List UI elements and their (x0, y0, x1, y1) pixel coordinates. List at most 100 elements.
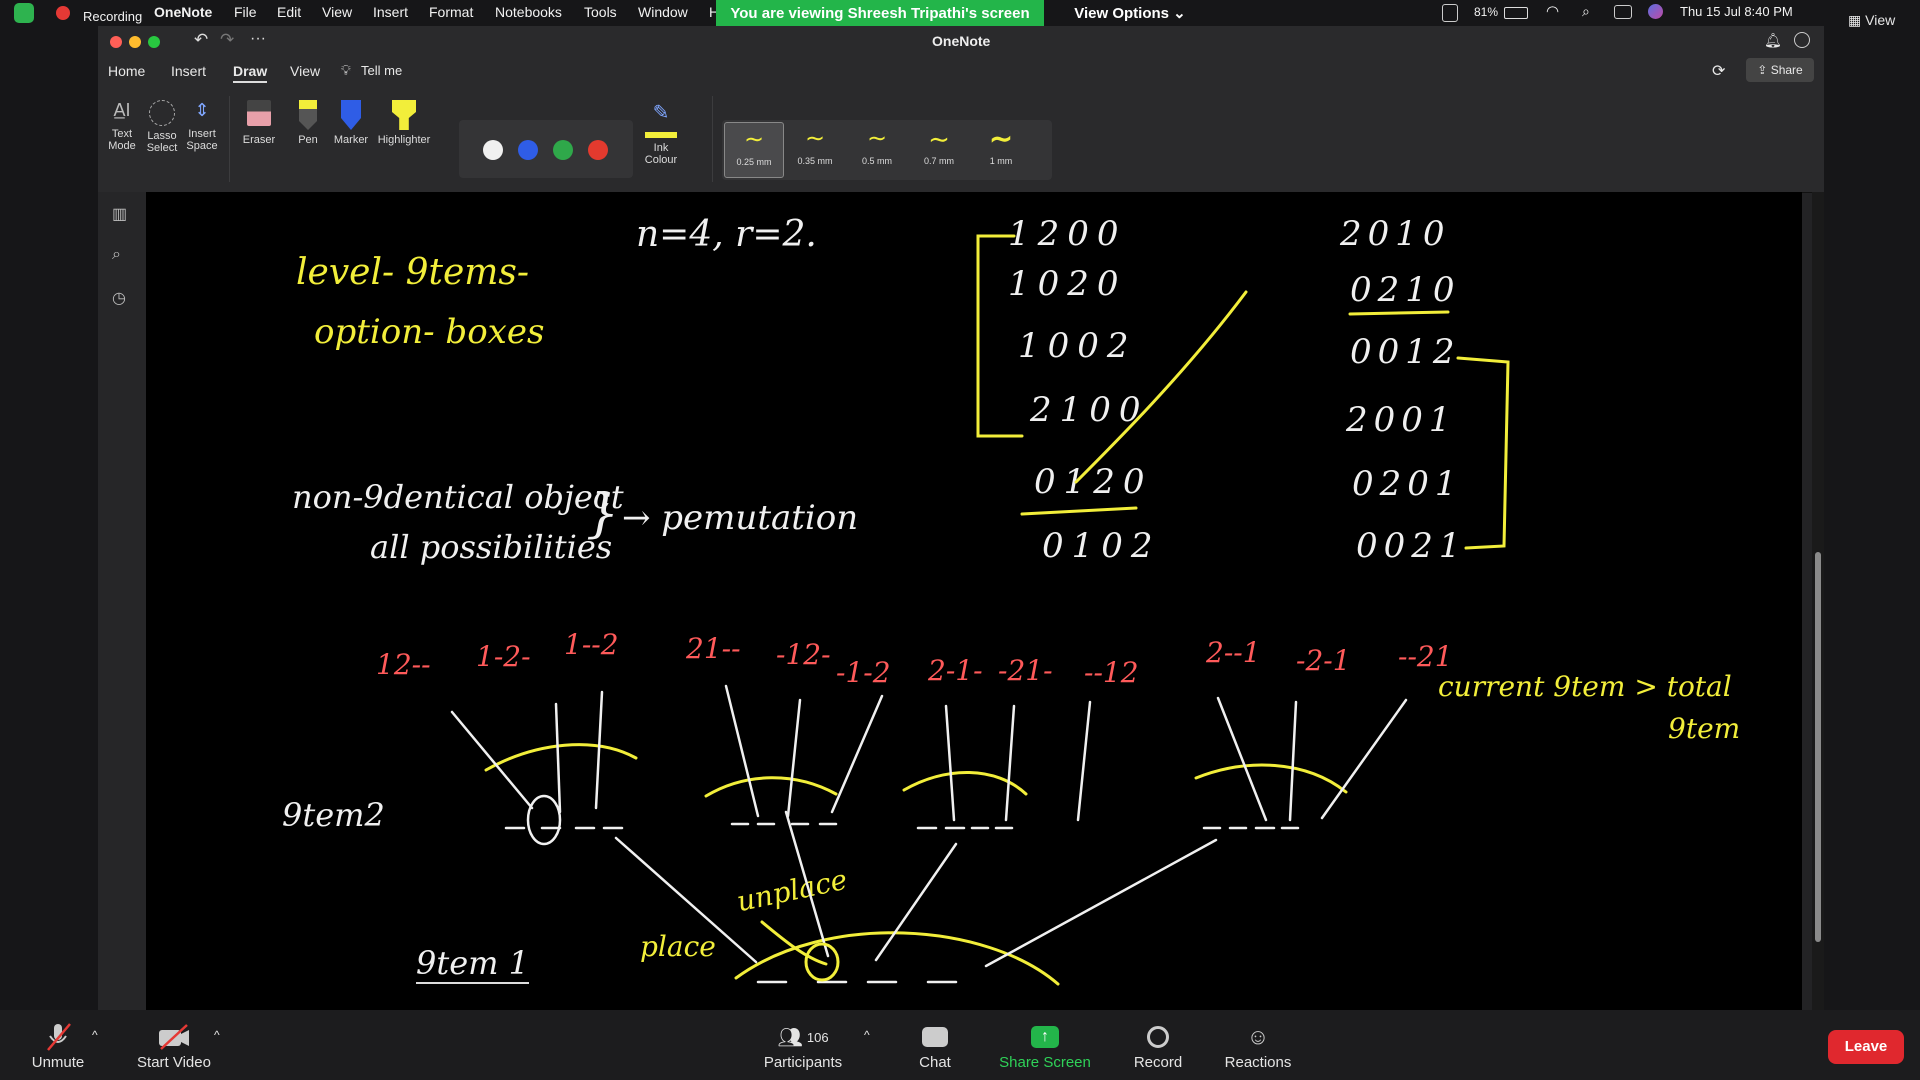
ink-colour-label-1: Ink (653, 142, 669, 154)
zoom-view-button[interactable]: ▦ View (1848, 12, 1895, 29)
record-button[interactable]: Record (1124, 1020, 1192, 1071)
lasso-select-button[interactable]: Lasso Select (144, 100, 180, 154)
wifi-icon[interactable]: ◠ (1546, 2, 1559, 20)
tab-insert[interactable]: Insert (171, 63, 206, 79)
feedback-smiley-icon[interactable] (1794, 32, 1810, 48)
thickness-1[interactable]: ∼ 1 mm (972, 122, 1030, 176)
insert-space-button[interactable]: ⇕ Insert Space (184, 100, 220, 152)
menu-window[interactable]: Window (638, 4, 688, 20)
highlighter-button[interactable]: Highlighter (374, 100, 434, 146)
tree-line (1004, 704, 1016, 822)
thickness-07[interactable]: ∼ 0.7 mm (910, 122, 968, 176)
marker-button[interactable]: Marker (328, 100, 374, 146)
share-screen-icon: ↑ (1031, 1026, 1059, 1048)
pen-label: Pen (298, 134, 318, 146)
grid-icon: ▦ (1848, 12, 1862, 28)
share-button[interactable]: ⇪ Share (1746, 58, 1814, 82)
reactions-button[interactable]: ☺︎ Reactions (1218, 1020, 1298, 1071)
scroll-thumb[interactable] (1815, 552, 1821, 942)
thickness-label: 0.25 mm (736, 157, 772, 167)
menu-format[interactable]: Format (429, 4, 473, 20)
view-options-label: View Options (1074, 5, 1169, 22)
tell-me-search[interactable]: Tell me (361, 63, 402, 78)
tree-line (724, 684, 760, 818)
color-swatch-white[interactable] (483, 140, 503, 160)
tab-home[interactable]: Home (108, 63, 145, 79)
spotlight-search-icon[interactable]: ⌕ (1582, 3, 1590, 20)
menu-notebooks[interactable]: Notebooks (495, 4, 562, 20)
ribbon-divider (229, 96, 230, 182)
thickness-035[interactable]: ∼ 0.35 mm (786, 122, 844, 176)
minimize-window-icon[interactable] (129, 36, 141, 48)
tab-view[interactable]: View (290, 63, 320, 79)
more-options-icon[interactable]: ··· (250, 30, 266, 48)
unmute-button[interactable]: Unmute (18, 1020, 98, 1071)
navigation-sidebar: ▥ ⌕ ◷ (98, 192, 146, 1010)
menu-file[interactable]: File (234, 4, 257, 20)
thickness-label: 0.7 mm (923, 156, 954, 166)
view-options-button[interactable]: View Options ⌄ (1060, 0, 1200, 28)
mac-menubar: Recording OneNote File Edit View Insert … (0, 0, 1920, 28)
notebooks-icon[interactable]: ▥ (112, 204, 127, 224)
participants-label: Participants (763, 1054, 843, 1071)
text-cursor-icon: A̲I (113, 100, 131, 120)
pen-icon (299, 100, 317, 130)
recording-icon (56, 6, 70, 20)
color-swatch-green[interactable] (553, 140, 573, 160)
siri-icon[interactable] (1648, 4, 1663, 19)
clock: Thu 15 Jul 8:40 PM (1680, 4, 1793, 19)
participants-button[interactable]: 👥︎ 106 Participants (756, 1020, 850, 1072)
thickness-025[interactable]: ∼ 0.25 mm (724, 122, 784, 178)
audio-options-chevron-icon[interactable]: ^ (92, 1028, 98, 1042)
ink-pen-icon: ✎ (645, 100, 677, 138)
participants-chevron-icon[interactable]: ^ (864, 1028, 870, 1042)
battery-icon[interactable] (1504, 7, 1528, 19)
recent-notes-clock-icon[interactable]: ◷ (112, 288, 126, 308)
sync-icon[interactable]: ⟳ (1712, 61, 1725, 81)
tree-line (786, 698, 802, 818)
chat-button[interactable]: Chat (900, 1020, 970, 1071)
color-swatch-red[interactable] (588, 140, 608, 160)
search-icon[interactable]: ⌕ (112, 246, 121, 264)
tree-line (1216, 696, 1268, 822)
text-mode-button[interactable]: A̲I Text Mode (106, 100, 138, 152)
unmute-label: Unmute (31, 1054, 85, 1071)
control-center-icon[interactable] (1614, 5, 1632, 19)
start-video-button[interactable]: Start Video (124, 1020, 224, 1071)
zoom-toolbar: Unmute ^ Start Video ^ 👥︎ 106 Participan… (0, 1010, 1920, 1080)
pen-button[interactable]: Pen (288, 100, 328, 146)
menu-edit[interactable]: Edit (277, 4, 301, 20)
ink-colour-button[interactable]: ✎ Ink Colour (638, 100, 684, 166)
text-mode-label-1: Text (111, 128, 133, 140)
menu-insert[interactable]: Insert (373, 4, 408, 20)
menu-view[interactable]: View (322, 4, 352, 20)
tree-line (944, 704, 956, 822)
share-screen-button[interactable]: ↑ Share Screen (994, 1020, 1096, 1071)
vertical-scrollbar[interactable] (1812, 192, 1824, 1010)
screen-share-right-margin: ▦ View (1824, 12, 1920, 1010)
participants-count: 106 (806, 1029, 829, 1045)
maximize-window-icon[interactable] (148, 36, 160, 48)
note-canvas[interactable]: n=4, r=2. level- 9tems- option- boxes no… (146, 192, 1802, 1010)
color-swatch-blue[interactable] (518, 140, 538, 160)
lightbulb-icon: 💡︎ (341, 62, 351, 78)
ink-colour-label-2: Colour (644, 154, 678, 166)
video-options-chevron-icon[interactable]: ^ (214, 1028, 220, 1042)
undo-icon[interactable]: ↶ (194, 30, 208, 50)
marker-icon (341, 100, 361, 130)
arc-arrow-2 (704, 776, 838, 798)
user-status-icon[interactable] (1442, 4, 1458, 22)
thickness-05[interactable]: ∼ 0.5 mm (848, 122, 906, 176)
leave-button[interactable]: Leave (1828, 1030, 1904, 1064)
app-menu[interactable]: OneNote (154, 4, 212, 20)
redo-icon[interactable]: ↷ (220, 30, 234, 50)
tab-draw[interactable]: Draw (233, 63, 268, 83)
arc-arrow-1 (484, 743, 638, 772)
tree-line (874, 842, 958, 962)
menu-tools[interactable]: Tools (584, 4, 617, 20)
eraser-button[interactable]: Eraser (236, 100, 282, 146)
notifications-bell-icon[interactable]: 🔔︎ (1764, 32, 1782, 49)
insert-space-label-2: Space (186, 140, 218, 152)
close-window-icon[interactable] (110, 36, 122, 48)
stroke-icon: ∼ (743, 126, 765, 153)
